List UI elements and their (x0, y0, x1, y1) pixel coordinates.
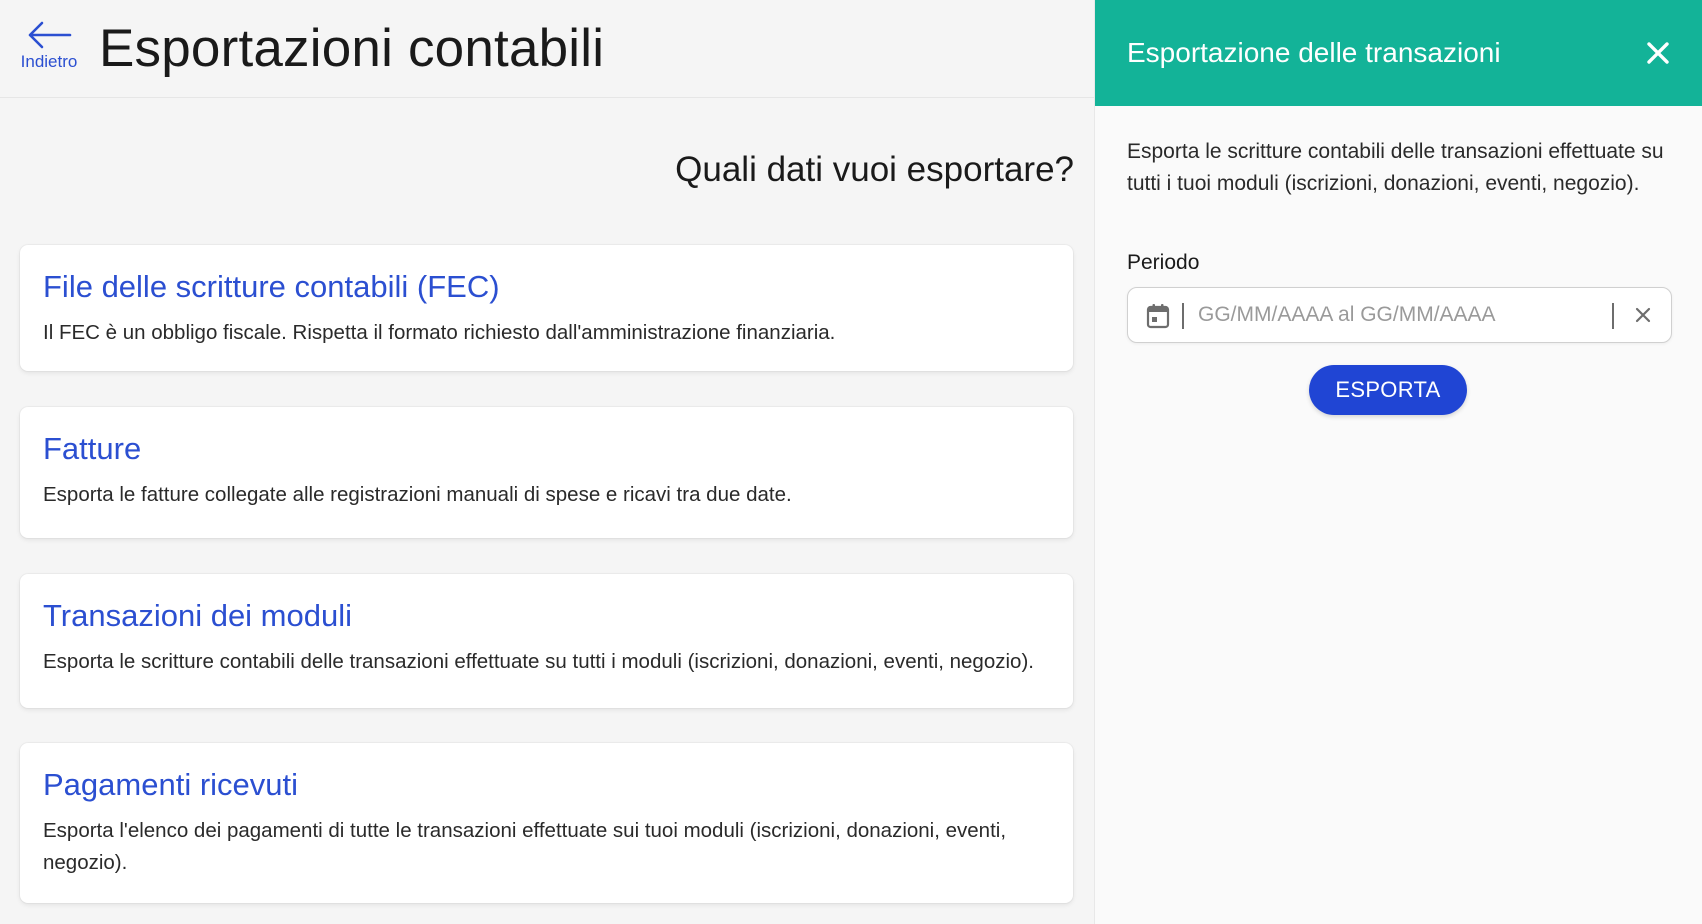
close-panel-button[interactable] (1641, 36, 1675, 70)
back-button[interactable]: Indietro (14, 20, 84, 76)
export-card-fec[interactable]: File delle scritture contabili (FEC) Il … (20, 245, 1073, 371)
top-bar: Indietro Esportazioni contabili (0, 0, 1094, 98)
card-description: Esporta l'elenco dei pagamenti di tutte … (43, 819, 1007, 874)
export-card-payments[interactable]: Pagamenti ricevuti Esporta l'elenco dei … (20, 743, 1073, 903)
card-description: Esporta le scritture contabili delle tra… (43, 650, 1034, 673)
field-divider (1182, 303, 1184, 329)
clear-icon[interactable] (1634, 306, 1652, 324)
section-question: Quali dati vuoi esportare? (675, 150, 1074, 189)
card-title[interactable]: Fatture (43, 431, 1050, 467)
card-title[interactable]: Pagamenti ricevuti (43, 767, 1050, 803)
page-title: Esportazioni contabili (99, 19, 605, 78)
panel-description: Esporta le scritture contabili delle tra… (1127, 140, 1664, 195)
arrow-left-icon (28, 21, 72, 49)
date-range-input[interactable] (1198, 298, 1598, 332)
close-icon (1647, 42, 1669, 64)
export-card-module-transactions[interactable]: Transazioni dei moduli Esporta le scritt… (20, 574, 1073, 708)
main-area: Indietro Esportazioni contabili Quali da… (0, 0, 1094, 924)
back-label: Indietro (20, 52, 78, 71)
card-title[interactable]: File delle scritture contabili (FEC) (43, 269, 1050, 305)
export-card-invoices[interactable]: Fatture Esporta le fatture collegate all… (20, 407, 1073, 538)
calendar-icon[interactable] (1146, 303, 1170, 329)
field-divider (1612, 303, 1614, 329)
export-side-panel: Esportazione delle transazioni Esporta l… (1094, 0, 1702, 924)
date-range-field[interactable] (1127, 287, 1672, 343)
panel-header: Esportazione delle transazioni (1095, 0, 1702, 106)
app-window: Indietro Esportazioni contabili Quali da… (0, 0, 1702, 924)
card-description: Il FEC è un obbligo fiscale. Rispetta il… (43, 321, 836, 344)
card-description: Esporta le fatture collegate alle regist… (43, 483, 792, 506)
export-button[interactable]: ESPORTA (1309, 365, 1467, 415)
panel-title: Esportazione delle transazioni (1127, 37, 1501, 68)
card-title[interactable]: Transazioni dei moduli (43, 598, 1050, 634)
period-label: Periodo (1127, 251, 1200, 274)
